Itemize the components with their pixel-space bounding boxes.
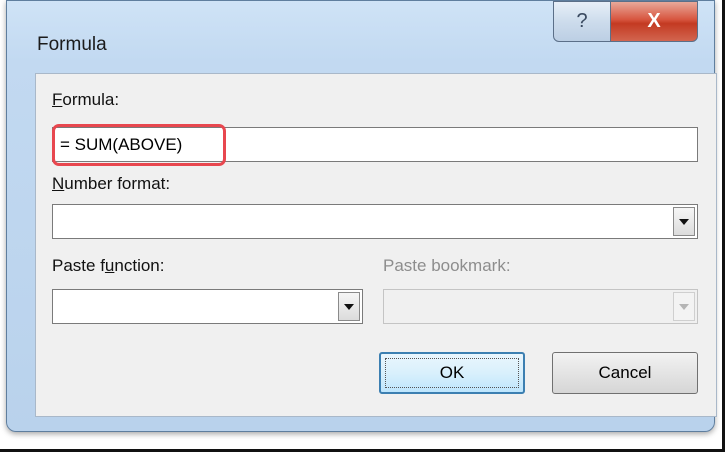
paste-bookmark-select xyxy=(383,289,698,324)
close-icon: X xyxy=(647,10,661,32)
paste-function-select[interactable] xyxy=(52,289,363,324)
help-icon: ? xyxy=(576,10,588,32)
ok-button[interactable]: OK xyxy=(379,352,525,394)
cancel-button-label: Cancel xyxy=(598,363,652,382)
dialog-body: Formula: = SUM(ABOVE) Number format: Pas… xyxy=(35,73,717,417)
chevron-down-icon xyxy=(673,292,695,321)
chevron-down-icon[interactable] xyxy=(338,292,360,321)
paste-function-label: Paste function: xyxy=(52,256,165,275)
formula-dialog: Formula ? X Formula: = SUM(ABOVE) Number… xyxy=(6,0,717,432)
formula-highlight xyxy=(52,124,226,166)
chevron-down-icon[interactable] xyxy=(673,207,695,236)
number-format-label: Number format: xyxy=(52,174,171,193)
paste-bookmark-label: Paste bookmark: xyxy=(383,256,511,275)
close-button[interactable]: X xyxy=(610,1,698,42)
cancel-button[interactable]: Cancel xyxy=(552,352,698,394)
number-format-select[interactable] xyxy=(52,204,698,239)
dialog-title: Formula xyxy=(37,34,107,55)
formula-label: Formula: xyxy=(52,90,120,109)
focus-ring xyxy=(385,358,519,388)
help-button[interactable]: ? xyxy=(553,1,611,42)
